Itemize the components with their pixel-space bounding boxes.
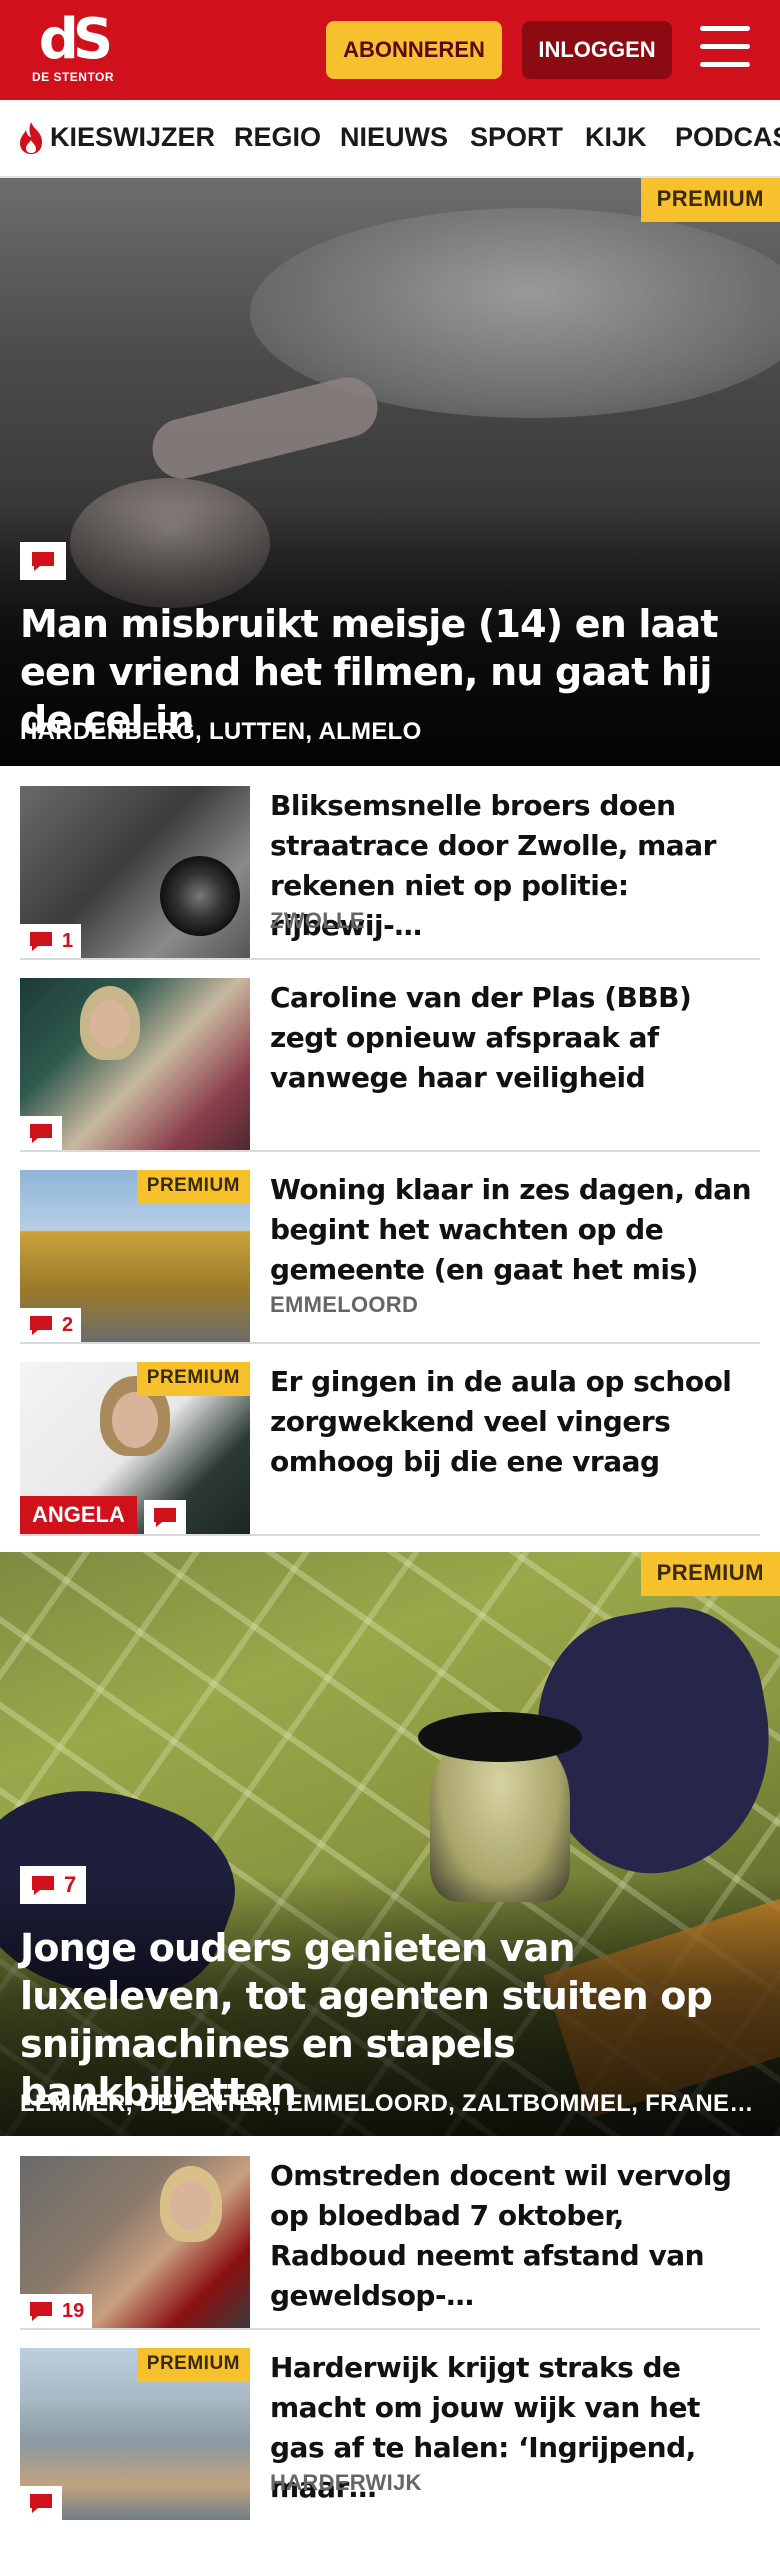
premium-badge: PREMIUM: [136, 1362, 250, 1396]
comment-count: 19: [62, 2299, 85, 2322]
comment-badge[interactable]: [20, 2486, 62, 2520]
hamburger-menu-icon[interactable]: [700, 26, 752, 72]
comment-badge[interactable]: 7: [20, 1866, 87, 1904]
top-header: dS DE STENTOR ABONNEREN INLOGGEN: [0, 0, 780, 100]
article-thumbnail: PREMIUM: [20, 2348, 250, 2520]
article-thumbnail: [20, 978, 250, 1150]
article-location: ZWOLLE: [270, 908, 365, 933]
comment-bubble-icon: [30, 932, 52, 951]
hero-location: HARDENBERG, LUTTEN, ALMELO: [20, 718, 422, 745]
premium-badge: PREMIUM: [136, 2348, 250, 2382]
comment-badge[interactable]: [20, 1116, 62, 1150]
login-button[interactable]: INLOGGEN: [522, 21, 672, 79]
nav-item-kijk[interactable]: KIJK: [585, 122, 647, 153]
comment-bubble-icon: [30, 2494, 52, 2513]
comment-bubble-icon: [30, 1124, 52, 1143]
comment-bubble-icon: [154, 1508, 176, 1527]
comment-bubble-icon: [32, 1876, 54, 1895]
subscribe-button[interactable]: ABONNEREN: [326, 21, 502, 79]
nav-item-nieuws[interactable]: NIEUWS: [340, 122, 448, 153]
article-location: EMMELOORD: [270, 1292, 419, 1317]
list-item[interactable]: Caroline van der Plas (BBB) zegt opnieuw…: [20, 978, 760, 1152]
comment-count: 2: [62, 1313, 74, 1336]
comment-bubble-icon: [30, 2302, 52, 2321]
comment-bubble-icon: [32, 552, 54, 571]
hero-article-1[interactable]: PREMIUM Man misbruikt meisje (14) en laa…: [0, 178, 780, 766]
nav-item-kieswijzer[interactable]: KIESWIJZER: [50, 122, 215, 153]
premium-badge: PREMIUM: [136, 1170, 250, 1204]
logo-mark: dS: [38, 7, 113, 72]
list-item[interactable]: PREMIUM Harderwijk krijgt straks de mach…: [20, 2348, 760, 2522]
comment-badge[interactable]: [20, 542, 66, 580]
flame-icon: [20, 122, 42, 154]
nav-item-sport[interactable]: SPORT: [470, 122, 563, 153]
nav-item-podcast[interactable]: PODCAST: [675, 122, 780, 153]
list-item[interactable]: 19 Omstreden docent wil vervolg op bloed…: [20, 2156, 760, 2330]
article-title[interactable]: Caroline van der Plas (BBB) zegt opnieuw…: [270, 978, 760, 1098]
premium-badge: PREMIUM: [640, 178, 780, 222]
site-logo[interactable]: dS DE STENTOR: [28, 12, 118, 92]
comment-badge[interactable]: 19: [20, 2294, 93, 2328]
list-item[interactable]: PREMIUM 2 Woning klaar in zes dagen, dan…: [20, 1170, 760, 1344]
main-nav: KIESWIJZER REGIO NIEUWS SPORT KIJK PODCA…: [0, 100, 780, 178]
article-title[interactable]: Omstreden docent wil vervolg op bloedbad…: [270, 2156, 760, 2316]
hero-article-2[interactable]: PREMIUM 7 Jonge ouders genieten van luxe…: [0, 1552, 780, 2136]
list-item[interactable]: PREMIUM ANGELA Er gingen in de aula op s…: [20, 1362, 760, 1536]
hero-location: LEMMER, DEVENTER, EMMELOORD, ZALTBOMMEL,…: [20, 2090, 760, 2117]
article-location: HARDERWIJK: [270, 2470, 422, 2495]
premium-badge: PREMIUM: [640, 1552, 780, 1596]
comment-badge[interactable]: [144, 1500, 186, 1534]
article-thumbnail: PREMIUM 2: [20, 1170, 250, 1342]
columnist-label: ANGELA: [20, 1496, 137, 1534]
list-item[interactable]: 1 Bliksemsnelle broers doen straatrace d…: [20, 786, 760, 960]
hero-title[interactable]: Jonge ouders genieten van luxeleven, tot…: [20, 1924, 765, 2116]
article-thumbnail: 1: [20, 786, 250, 958]
comment-count: 7: [64, 1872, 77, 1897]
logo-subtitle: DE STENTOR: [31, 70, 115, 84]
nav-item-regio[interactable]: REGIO: [234, 122, 321, 153]
comment-badge[interactable]: 2: [20, 1308, 82, 1342]
article-thumbnail: PREMIUM ANGELA: [20, 1362, 250, 1534]
comment-count: 1: [62, 929, 74, 952]
article-title[interactable]: Er gingen in de aula op school zorgwekke…: [270, 1362, 760, 1482]
article-thumbnail: 19: [20, 2156, 250, 2328]
article-title[interactable]: Woning klaar in zes dagen, dan begint he…: [270, 1170, 760, 1290]
comment-bubble-icon: [30, 1316, 52, 1335]
comment-badge[interactable]: 1: [20, 924, 82, 958]
